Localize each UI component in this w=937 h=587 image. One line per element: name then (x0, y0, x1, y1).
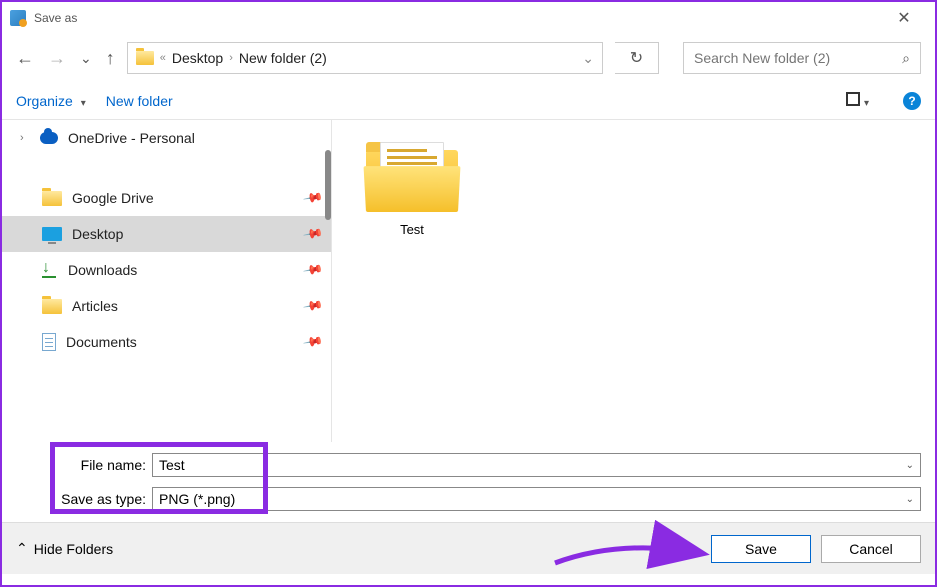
forward-button[interactable]: → (48, 48, 66, 69)
sidebar-item-desktop[interactable]: Desktop 📌 (2, 216, 331, 252)
filename-input[interactable]: Test ⌄ (152, 453, 921, 477)
folder-large-icon (366, 140, 458, 212)
search-icon: ⌕ (902, 50, 910, 67)
filename-value: Test (159, 457, 185, 473)
chevron-down-icon: ▾ (864, 98, 869, 109)
sidebar-item-label: Desktop (72, 226, 123, 242)
sidebar-item-label: Google Drive (72, 190, 154, 206)
chevron-down-icon[interactable]: ⌄ (906, 460, 914, 471)
breadcrumb-sep: « (160, 52, 166, 64)
sidebar-item-documents[interactable]: Documents 📌 (2, 324, 331, 360)
sidebar-item-articles[interactable]: Articles 📌 (2, 288, 331, 324)
content-pane[interactable]: Test (332, 120, 935, 442)
document-icon (42, 333, 56, 351)
cloud-icon (40, 132, 58, 144)
nav-row: ← → ⌄ ↑ « Desktop › New folder (2) ⌄ ↻ ⌕ (2, 34, 935, 82)
folder-icon (42, 191, 62, 206)
folder-icon (136, 51, 154, 65)
breadcrumb-part[interactable]: Desktop (172, 50, 223, 66)
sidebar-item-onedrive[interactable]: › OneDrive - Personal (2, 120, 331, 156)
app-icon (10, 10, 26, 26)
scrollbar[interactable] (325, 150, 331, 220)
desktop-icon (42, 227, 62, 241)
back-button[interactable]: ← (16, 48, 34, 69)
window-title: Save as (34, 11, 77, 25)
help-button[interactable]: ? (903, 92, 921, 110)
savetype-label: Save as type: (52, 491, 152, 507)
view-button[interactable]: ▾ (846, 92, 869, 109)
search-input[interactable] (694, 50, 902, 66)
new-folder-button[interactable]: New folder (106, 93, 173, 109)
sidebar-item-label: OneDrive - Personal (68, 130, 195, 146)
organize-label: Organize (16, 93, 73, 109)
up-button[interactable]: ↑ (106, 48, 115, 69)
chevron-down-icon[interactable]: ⌄ (906, 494, 914, 505)
savetype-value: PNG (*.png) (159, 491, 235, 507)
cancel-button[interactable]: Cancel (821, 535, 921, 563)
pin-icon: 📌 (302, 331, 324, 353)
sidebar-item-downloads[interactable]: Downloads 📌 (2, 252, 331, 288)
savetype-select[interactable]: PNG (*.png) ⌄ (152, 487, 921, 511)
folder-item-label: Test (352, 222, 472, 237)
sidebar: › OneDrive - Personal Google Drive 📌 Des… (2, 120, 332, 442)
refresh-button[interactable]: ↻ (615, 42, 659, 74)
filename-label: File name: (52, 457, 152, 473)
chevron-right-icon: › (229, 52, 233, 64)
toolbar: Organize ▾ New folder ▾ ? (2, 82, 935, 120)
titlebar: Save as ✕ (2, 2, 935, 34)
close-icon[interactable]: ✕ (881, 2, 927, 34)
chevron-down-icon: ▾ (81, 98, 86, 109)
footer: ⌃ Hide Folders Save Cancel (2, 522, 935, 574)
chevron-right-icon[interactable]: › (20, 132, 30, 144)
breadcrumb-part[interactable]: New folder (2) (239, 50, 327, 66)
sidebar-item-google-drive[interactable]: Google Drive 📌 (2, 180, 331, 216)
chevron-up-icon: ⌃ (16, 540, 28, 557)
organize-menu[interactable]: Organize ▾ (16, 93, 86, 109)
recent-dropdown[interactable]: ⌄ (80, 50, 92, 67)
hide-folders-label: Hide Folders (34, 541, 113, 557)
pin-icon: 📌 (302, 259, 324, 281)
hide-folders-button[interactable]: ⌃ Hide Folders (16, 540, 113, 557)
sidebar-item-label: Downloads (68, 262, 137, 278)
sidebar-item-label: Articles (72, 298, 118, 314)
breadcrumb-dropdown[interactable]: ⌄ (582, 50, 594, 67)
file-fields: File name: Test ⌄ Save as type: PNG (*.p… (2, 442, 935, 522)
pin-icon: 📌 (302, 223, 324, 245)
breadcrumb[interactable]: « Desktop › New folder (2) ⌄ (127, 42, 603, 74)
pin-icon: 📌 (302, 295, 324, 317)
folder-item-test[interactable]: Test (352, 140, 472, 237)
folder-icon (42, 299, 62, 314)
download-icon (42, 262, 58, 278)
search-box[interactable]: ⌕ (683, 42, 921, 74)
sidebar-item-label: Documents (66, 334, 137, 350)
save-button[interactable]: Save (711, 535, 811, 563)
pin-icon: 📌 (302, 187, 324, 209)
view-icon (846, 92, 860, 106)
